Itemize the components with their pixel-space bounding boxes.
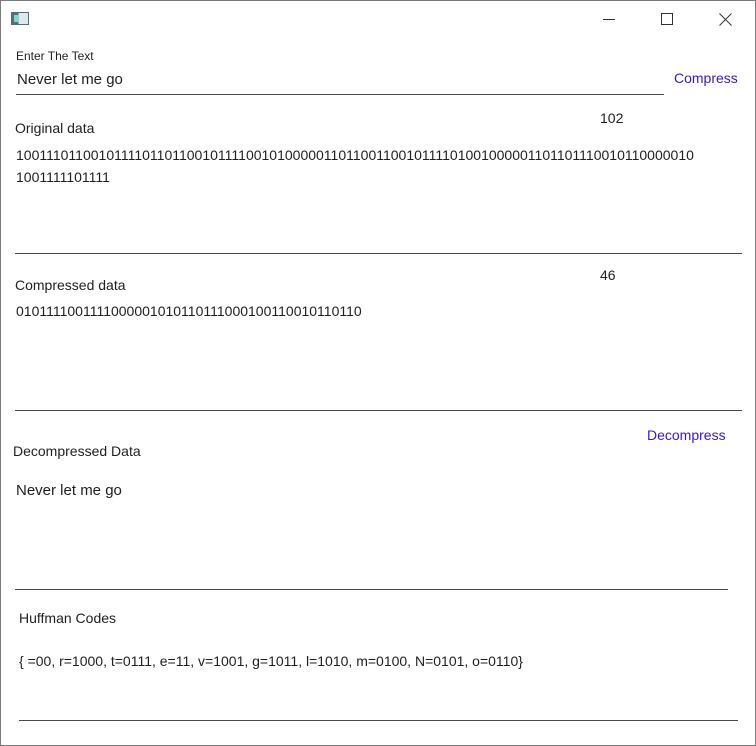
original-data-underline: [15, 253, 742, 254]
compress-button[interactable]: Compress: [674, 70, 738, 86]
huffman-codes-value[interactable]: { =00, r=1000, t=0111, e=11, v=1001, g=1…: [19, 650, 739, 672]
huffman-codes-label: Huffman Codes: [19, 610, 117, 626]
compressed-data-underline: [15, 410, 742, 411]
compressed-data-value[interactable]: 0101111001111000001010110111000100110010…: [16, 300, 742, 322]
maximize-button[interactable]: [638, 1, 696, 37]
text-input[interactable]: [16, 65, 664, 95]
app-window: Enter The Text Compress 102 Original dat…: [0, 0, 756, 746]
original-bit-count: 102: [600, 110, 624, 126]
title-bar[interactable]: [1, 1, 755, 37]
decompress-button[interactable]: Decompress: [647, 427, 726, 443]
compressed-bit-count: 46: [600, 267, 616, 283]
compressed-data-label: Compressed data: [15, 277, 126, 293]
original-data-value[interactable]: 1001110110010111101101100101111001010000…: [16, 144, 742, 188]
original-data-line-1: 1001110110010111101101100101111001010000…: [16, 147, 694, 163]
huffman-codes-underline: [19, 720, 738, 721]
close-icon: [718, 12, 732, 26]
decompressed-data-value[interactable]: Never let me go: [16, 480, 728, 502]
input-label: Enter The Text: [16, 49, 94, 63]
maximize-icon: [661, 13, 673, 25]
original-data-label: Original data: [15, 120, 95, 136]
decompressed-data-underline: [15, 589, 728, 590]
minimize-button[interactable]: [580, 1, 638, 37]
minimize-icon: [603, 19, 615, 20]
original-data-line-2: 1001111101111: [16, 169, 110, 185]
decompressed-data-label: Decompressed Data: [13, 443, 141, 459]
app-window-icon: [11, 12, 29, 25]
close-button[interactable]: [696, 1, 754, 37]
